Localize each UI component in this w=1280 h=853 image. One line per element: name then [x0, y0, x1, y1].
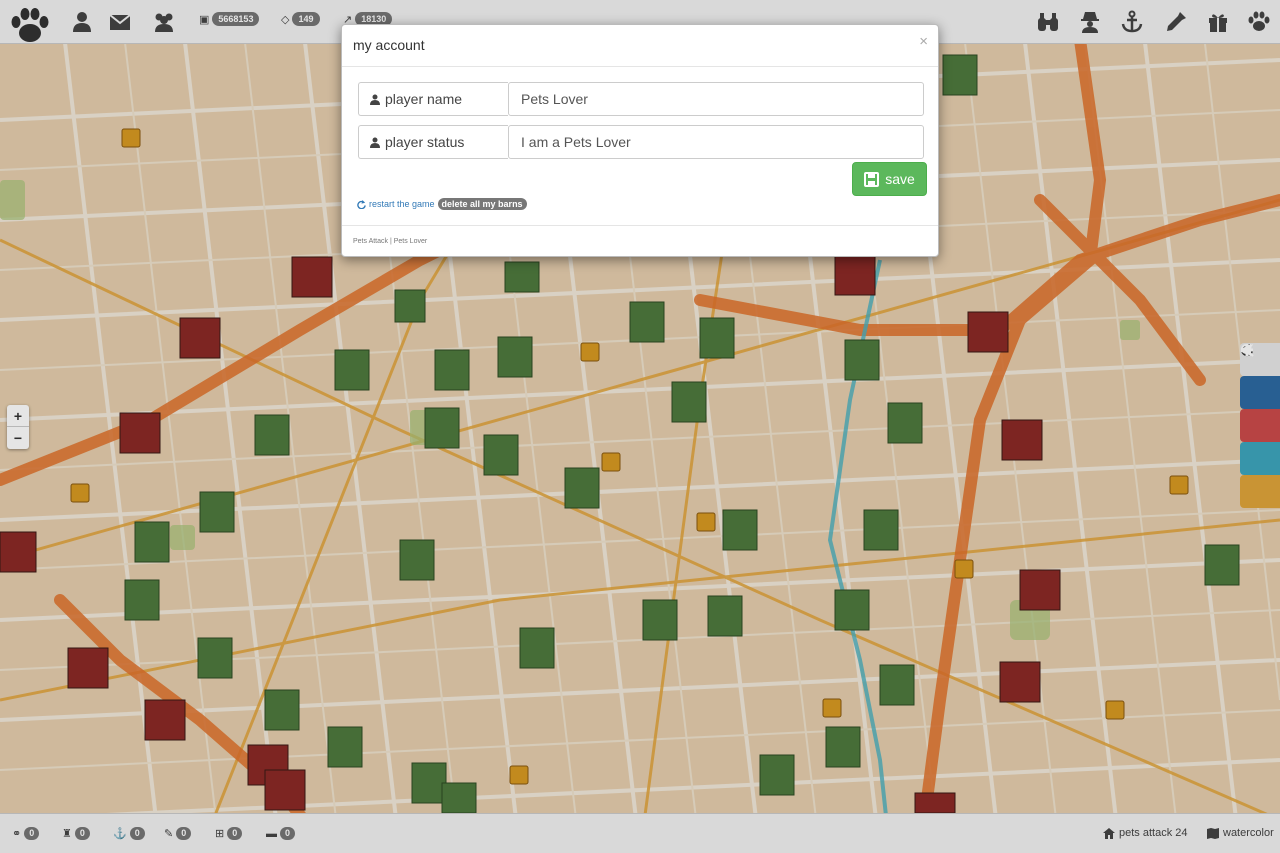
my-account-modal: my account × player name player status s…	[341, 24, 939, 257]
modal-header: my account ×	[342, 25, 938, 67]
account-actions: restart the game delete all my barns	[357, 198, 527, 210]
modal-title: my account	[353, 37, 425, 53]
player-status-label: player status	[358, 125, 508, 159]
save-button[interactable]: save	[852, 162, 927, 196]
delete-all-barns-button[interactable]: delete all my barns	[437, 198, 527, 210]
player-status-row: player status	[358, 125, 924, 159]
restart-game-link[interactable]: restart the game	[357, 199, 435, 209]
user-icon	[370, 137, 380, 148]
player-name-row: player name	[358, 82, 924, 116]
refresh-icon	[357, 199, 366, 209]
user-icon	[370, 94, 380, 105]
player-status-input[interactable]	[508, 125, 924, 159]
player-name-label: player name	[358, 82, 508, 116]
modal-footer: Pets Attack | Pets Lover	[342, 225, 938, 257]
floppy-disk-icon	[864, 171, 880, 187]
player-name-input[interactable]	[508, 82, 924, 116]
close-button[interactable]: ×	[919, 33, 928, 50]
